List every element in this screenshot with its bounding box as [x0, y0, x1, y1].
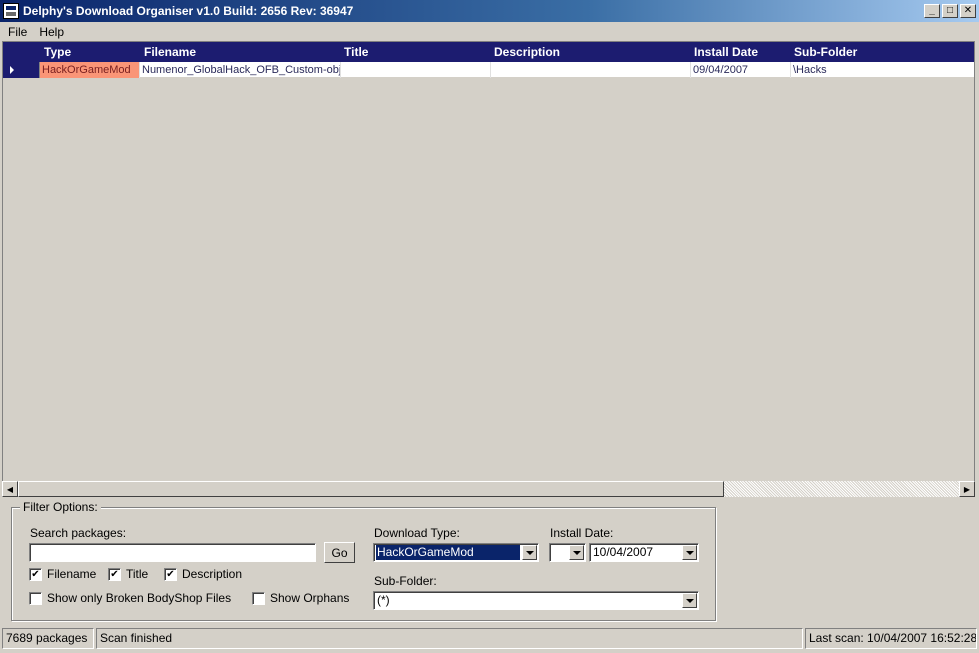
install-date-value: 10/04/2007: [593, 545, 654, 559]
status-last-scan: Last scan: 10/04/2007 16:52:28: [805, 628, 977, 649]
column-header-title[interactable]: Title: [341, 42, 491, 62]
download-type-label: Download Type:: [374, 526, 460, 540]
column-header-filename[interactable]: Filename: [141, 42, 341, 62]
chevron-down-icon[interactable]: [522, 545, 537, 560]
search-input[interactable]: [29, 543, 316, 562]
broken-bodyshop-checkbox-label[interactable]: Show only Broken BodyShop Files: [47, 591, 231, 605]
cell-sub-folder[interactable]: \Hacks: [791, 62, 974, 78]
broken-bodyshop-checkbox[interactable]: [29, 592, 42, 605]
description-checkbox[interactable]: ✔: [164, 568, 177, 581]
chevron-down-icon[interactable]: [569, 545, 584, 560]
cell-title[interactable]: [341, 62, 491, 78]
horizontal-scrollbar[interactable]: ◀ ▶: [2, 481, 975, 497]
install-date-label: Install Date:: [550, 526, 614, 540]
show-orphans-checkbox-label[interactable]: Show Orphans: [270, 591, 349, 605]
sub-folder-label: Sub-Folder:: [374, 574, 437, 588]
minimize-button[interactable]: _: [924, 4, 940, 18]
status-package-count: 7689 packages: [2, 628, 94, 649]
close-button[interactable]: ✕: [960, 4, 976, 18]
scroll-right-button[interactable]: ▶: [959, 481, 975, 497]
column-header-sub-folder[interactable]: Sub-Folder: [791, 42, 974, 62]
scroll-left-button[interactable]: ◀: [2, 481, 18, 497]
column-header-description[interactable]: Description: [491, 42, 691, 62]
go-button[interactable]: Go: [324, 542, 355, 563]
status-bar: 7689 packages Scan finished Last scan: 1…: [0, 626, 979, 653]
cell-type[interactable]: HackOrGameMod: [40, 62, 140, 78]
menu-help[interactable]: Help: [33, 25, 70, 39]
status-message: Scan finished: [96, 628, 803, 649]
title-checkbox-label[interactable]: Title: [126, 567, 148, 581]
filter-options-group: Filter Options: Search packages: Go ✔ Fi…: [11, 500, 716, 621]
show-orphans-checkbox[interactable]: [252, 592, 265, 605]
description-checkbox-label[interactable]: Description: [182, 567, 242, 581]
filename-checkbox[interactable]: ✔: [29, 568, 42, 581]
title-bar[interactable]: Delphy's Download Organiser v1.0 Build: …: [0, 0, 979, 22]
search-packages-label: Search packages:: [30, 526, 127, 540]
cell-filename[interactable]: Numenor_GlobalHack_OFB_Custom-obj: [140, 62, 341, 78]
filter-options-legend: Filter Options:: [20, 500, 101, 514]
grid-header: Type Filename Title Description Install …: [3, 42, 974, 62]
row-selector-arrow-icon[interactable]: [3, 62, 40, 78]
install-date-picker[interactable]: 10/04/2007: [589, 543, 699, 562]
chevron-down-icon[interactable]: [682, 593, 697, 608]
chevron-down-icon[interactable]: [682, 545, 697, 560]
install-date-operator-value: [552, 545, 553, 560]
cell-install-date[interactable]: 09/04/2007: [691, 62, 791, 78]
scroll-track[interactable]: [724, 481, 959, 497]
table-row[interactable]: HackOrGameMod Numenor_GlobalHack_OFB_Cus…: [3, 62, 974, 78]
title-checkbox[interactable]: ✔: [108, 568, 121, 581]
cell-description[interactable]: [491, 62, 691, 78]
scroll-thumb[interactable]: [18, 481, 724, 497]
filename-checkbox-label[interactable]: Filename: [47, 567, 96, 581]
app-icon[interactable]: [3, 3, 19, 19]
download-type-value: HackOrGameMod: [376, 545, 520, 560]
download-type-select[interactable]: HackOrGameMod: [373, 543, 539, 562]
column-header-install-date[interactable]: Install Date: [691, 42, 791, 62]
column-header-type[interactable]: Type: [41, 42, 141, 62]
maximize-button[interactable]: □: [942, 4, 958, 18]
menu-file[interactable]: File: [0, 25, 33, 39]
packages-grid[interactable]: Type Filename Title Description Install …: [2, 41, 975, 482]
sub-folder-select[interactable]: (*): [373, 591, 699, 610]
menu-bar: File Help: [0, 22, 979, 41]
install-date-operator-select[interactable]: [549, 543, 586, 562]
sub-folder-value: (*): [377, 593, 390, 607]
window-title: Delphy's Download Organiser v1.0 Build: …: [23, 4, 354, 18]
